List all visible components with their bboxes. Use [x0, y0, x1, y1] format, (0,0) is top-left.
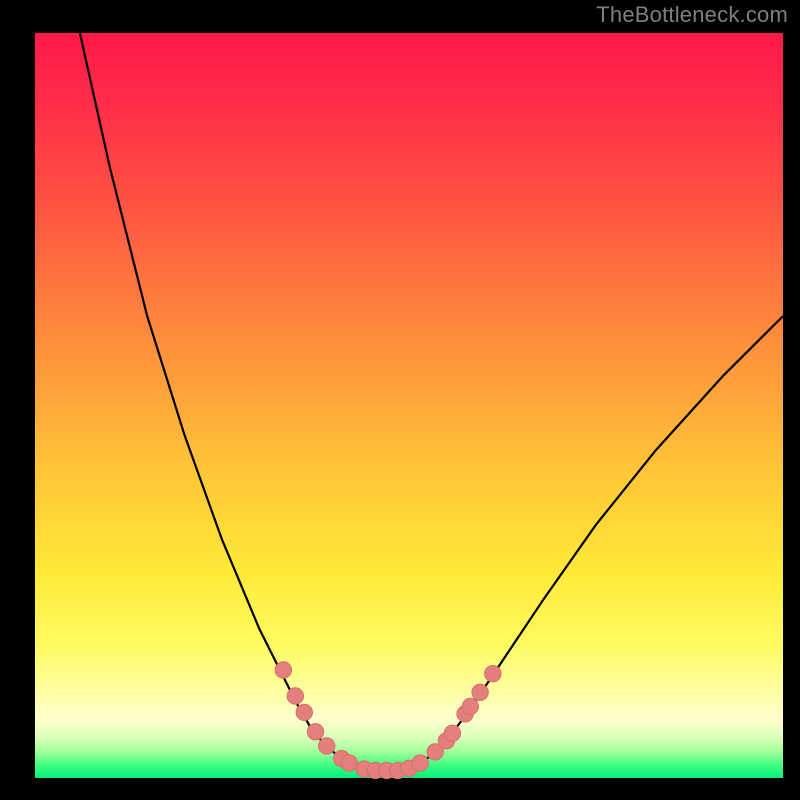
- curve-marker: [472, 684, 488, 700]
- chart-frame: TheBottleneck.com: [0, 0, 800, 800]
- curve-marker: [341, 755, 357, 771]
- curve-marker: [485, 666, 501, 682]
- curve-marker: [275, 662, 291, 678]
- curve-marker: [287, 688, 303, 704]
- curve-marker: [412, 755, 428, 771]
- watermark-text: TheBottleneck.com: [596, 2, 788, 28]
- curve-marker: [307, 724, 323, 740]
- curve-marker: [444, 725, 460, 741]
- curve-markers: [275, 662, 501, 779]
- curve-marker: [462, 698, 478, 714]
- bottleneck-curve: [80, 33, 783, 771]
- curve-marker: [296, 704, 312, 720]
- curve-svg: [35, 33, 783, 778]
- curve-marker: [319, 738, 335, 754]
- plot-area: [35, 33, 783, 778]
